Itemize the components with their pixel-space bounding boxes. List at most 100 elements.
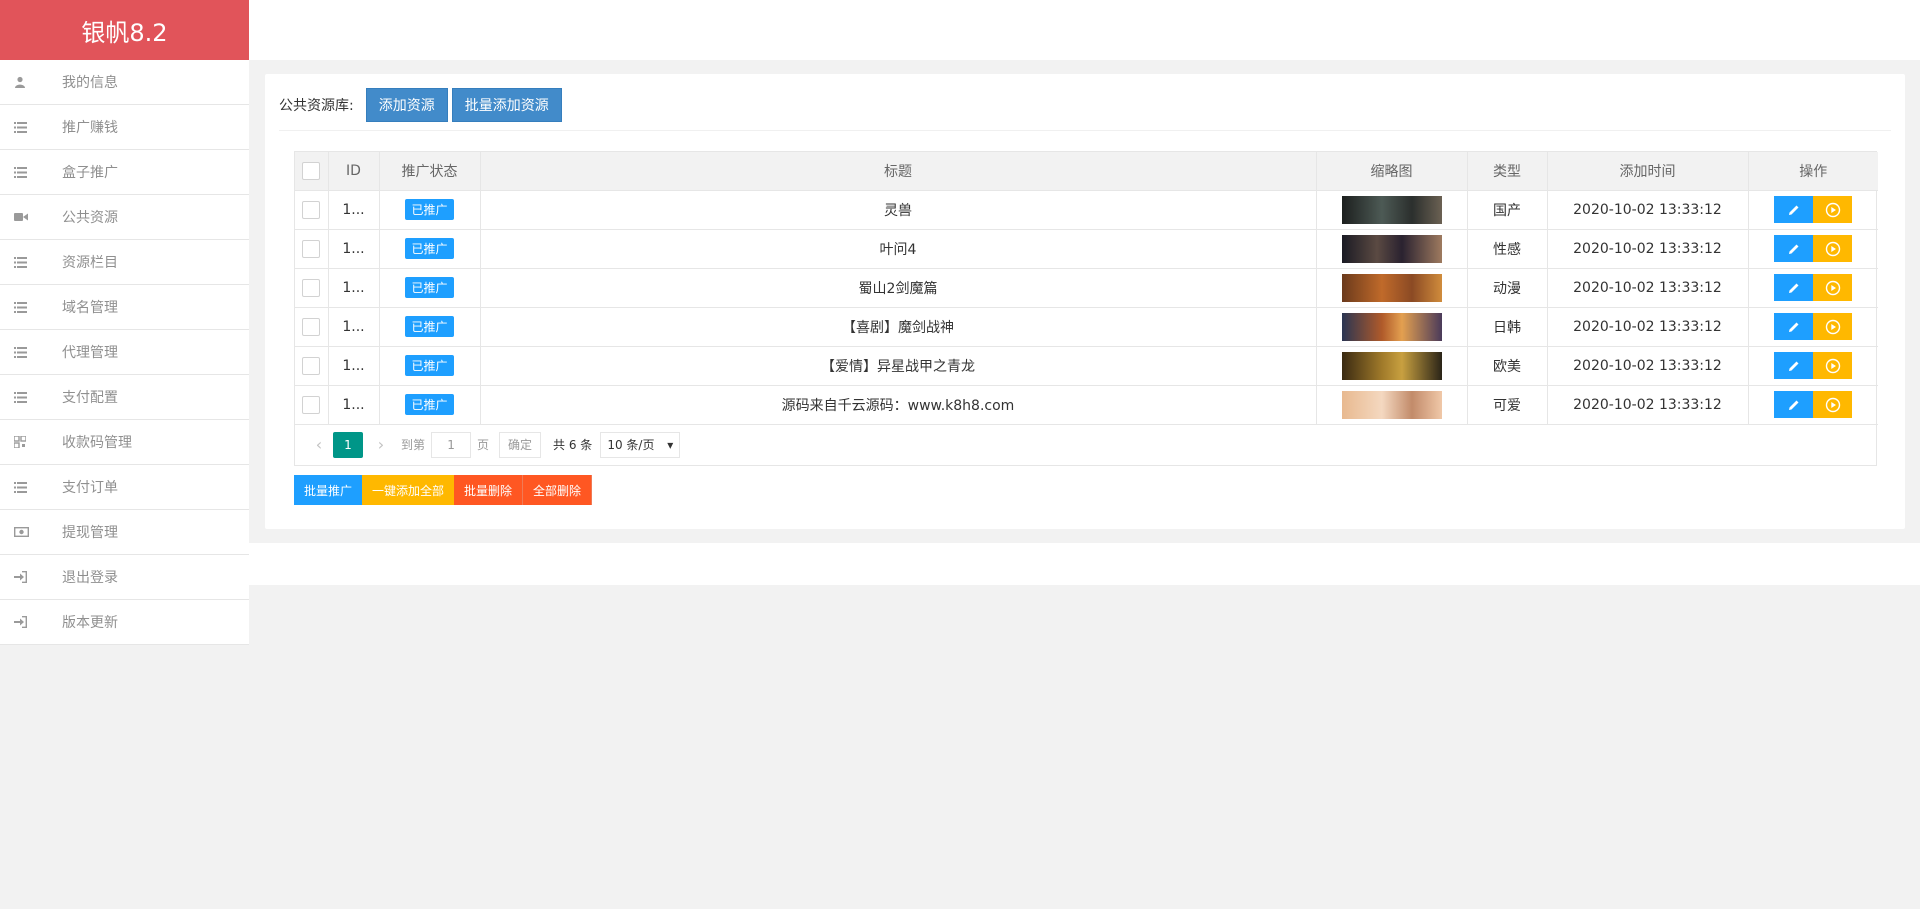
- edit-button[interactable]: [1774, 235, 1814, 262]
- sidebar-item-label: 资源栏目: [62, 255, 118, 271]
- status-badge: 已推广: [405, 355, 454, 376]
- list-icon: [0, 166, 62, 178]
- money-icon: [0, 527, 62, 537]
- page-1-button[interactable]: 1: [333, 431, 363, 458]
- pencil-icon: [1788, 361, 1799, 371]
- status-badge: 已推广: [405, 316, 454, 337]
- thumbnail-image: [1341, 351, 1442, 380]
- edit-button[interactable]: [1774, 352, 1814, 379]
- row-select-cell: [295, 229, 329, 269]
- thumbnail-image: [1341, 234, 1442, 263]
- add-all-button[interactable]: 一键添加全部: [362, 475, 455, 505]
- cell-title: 灵兽: [480, 190, 1317, 230]
- toolbar: 公共资源库: 添加资源 批量添加资源: [279, 88, 566, 122]
- row-select-cell: [295, 385, 329, 425]
- sidebar-item-1[interactable]: 推广赚钱: [0, 105, 249, 150]
- sidebar-item-label: 推广赚钱: [62, 120, 118, 136]
- sidebar-item-6[interactable]: 代理管理: [0, 330, 249, 375]
- next-page-icon[interactable]: ›: [371, 435, 391, 454]
- batch-promote-button[interactable]: 批量推广: [294, 475, 363, 505]
- table-header-row: ID 推广状态 标题 缩略图 类型 添加时间 操作: [295, 152, 1878, 191]
- batch-delete-button[interactable]: 批量删除: [454, 475, 524, 505]
- sidebar-item-8[interactable]: 收款码管理: [0, 420, 249, 465]
- sidebar-item-label: 我的信息: [62, 75, 118, 91]
- cell-id: 1...: [328, 268, 380, 308]
- caret-down-icon: ▾: [667, 437, 674, 452]
- resource-table: ID 推广状态 标题 缩略图 类型 添加时间 操作 1... 已推广 灵兽 国产 202…: [294, 151, 1878, 466]
- col-header-type[interactable]: 类型: [1467, 152, 1548, 191]
- sidebar-item-10[interactable]: 提现管理: [0, 510, 249, 555]
- edit-button[interactable]: [1774, 274, 1814, 301]
- cell-type: 动漫: [1467, 268, 1548, 308]
- sidebar-item-12[interactable]: 版本更新: [0, 600, 249, 645]
- cell-title: 【喜剧】魔剑战神: [480, 307, 1317, 347]
- cell-thumbnail: [1316, 229, 1468, 269]
- col-header-thumbnail[interactable]: 缩略图: [1316, 152, 1468, 191]
- select-all-checkbox[interactable]: [302, 161, 321, 180]
- sidebar-item-3[interactable]: 公共资源: [0, 195, 249, 240]
- edit-button[interactable]: [1774, 391, 1814, 418]
- sidebar-item-label: 退出登录: [62, 570, 118, 586]
- cell-time: 2020-10-02 13:33:12: [1547, 346, 1749, 386]
- play-button[interactable]: [1813, 196, 1853, 223]
- sidebar: 银帆8.2 我的信息 推广赚钱 盒子推广 公共资源 资源栏目 域名管理 代理管理 支付配置 收款…: [0, 0, 249, 645]
- sign-in-icon: [0, 571, 62, 583]
- play-button[interactable]: [1813, 274, 1853, 301]
- row-checkbox[interactable]: [302, 239, 321, 258]
- col-header-time[interactable]: 添加时间: [1547, 152, 1749, 191]
- divider: [279, 130, 1891, 131]
- sidebar-item-0[interactable]: 我的信息: [0, 60, 249, 105]
- pencil-icon: [1788, 283, 1799, 293]
- edit-button[interactable]: [1774, 313, 1814, 340]
- prev-page-icon[interactable]: ‹: [309, 435, 329, 454]
- col-header-title[interactable]: 标题: [480, 152, 1317, 191]
- status-badge: 已推广: [405, 199, 454, 220]
- goto-confirm-button[interactable]: 确定: [499, 431, 542, 458]
- cell-id: 1...: [328, 346, 380, 386]
- play-button[interactable]: [1813, 313, 1853, 340]
- edit-button[interactable]: [1774, 196, 1814, 223]
- play-circle-icon: [1825, 358, 1840, 373]
- list-icon: [0, 256, 62, 268]
- delete-all-button[interactable]: 全部删除: [523, 475, 593, 505]
- cell-status: 已推广: [379, 268, 481, 308]
- cell-id: 1...: [328, 307, 380, 347]
- play-button[interactable]: [1813, 352, 1853, 379]
- col-header-status[interactable]: 推广状态: [379, 152, 481, 191]
- page-unit-label: 页: [477, 438, 490, 452]
- play-button[interactable]: [1813, 391, 1853, 418]
- sidebar-item-7[interactable]: 支付配置: [0, 375, 249, 420]
- table-row: 1... 已推广 源码来自千云源码：www.k8h8.com 可爱 2020-10-02…: [295, 385, 1878, 425]
- sidebar-item-9[interactable]: 支付订单: [0, 465, 249, 510]
- cell-id: 1...: [328, 385, 380, 425]
- col-header-id[interactable]: ID: [328, 152, 380, 191]
- cell-actions: [1748, 385, 1878, 425]
- list-icon: [0, 481, 62, 493]
- list-icon: [0, 301, 62, 313]
- thumbnail-image: [1341, 312, 1442, 341]
- sidebar-item-11[interactable]: 退出登录: [0, 555, 249, 600]
- add-resource-button[interactable]: 添加资源: [365, 88, 448, 122]
- sidebar-item-label: 提现管理: [62, 525, 118, 541]
- row-checkbox[interactable]: [302, 317, 321, 336]
- sidebar-item-2[interactable]: 盒子推广: [0, 150, 249, 195]
- cell-time: 2020-10-02 13:33:12: [1547, 229, 1749, 269]
- play-button[interactable]: [1813, 235, 1853, 262]
- cell-type: 国产: [1467, 190, 1548, 230]
- play-circle-icon: [1825, 241, 1840, 256]
- row-checkbox[interactable]: [302, 356, 321, 375]
- cell-time: 2020-10-02 13:33:12: [1547, 385, 1749, 425]
- row-checkbox[interactable]: [302, 278, 321, 297]
- cell-status: 已推广: [379, 190, 481, 230]
- sidebar-item-label: 支付配置: [62, 390, 118, 406]
- sidebar-item-5[interactable]: 域名管理: [0, 285, 249, 330]
- sidebar-item-4[interactable]: 资源栏目: [0, 240, 249, 285]
- page-number-input[interactable]: 1: [431, 431, 472, 458]
- row-checkbox[interactable]: [302, 395, 321, 414]
- batch-add-resource-button[interactable]: 批量添加资源: [451, 88, 562, 122]
- per-page-select[interactable]: 10 条/页 ▾: [600, 431, 681, 458]
- cell-thumbnail: [1316, 190, 1468, 230]
- sidebar-item-label: 版本更新: [62, 615, 118, 631]
- row-checkbox[interactable]: [302, 200, 321, 219]
- cell-time: 2020-10-02 13:33:12: [1547, 307, 1749, 347]
